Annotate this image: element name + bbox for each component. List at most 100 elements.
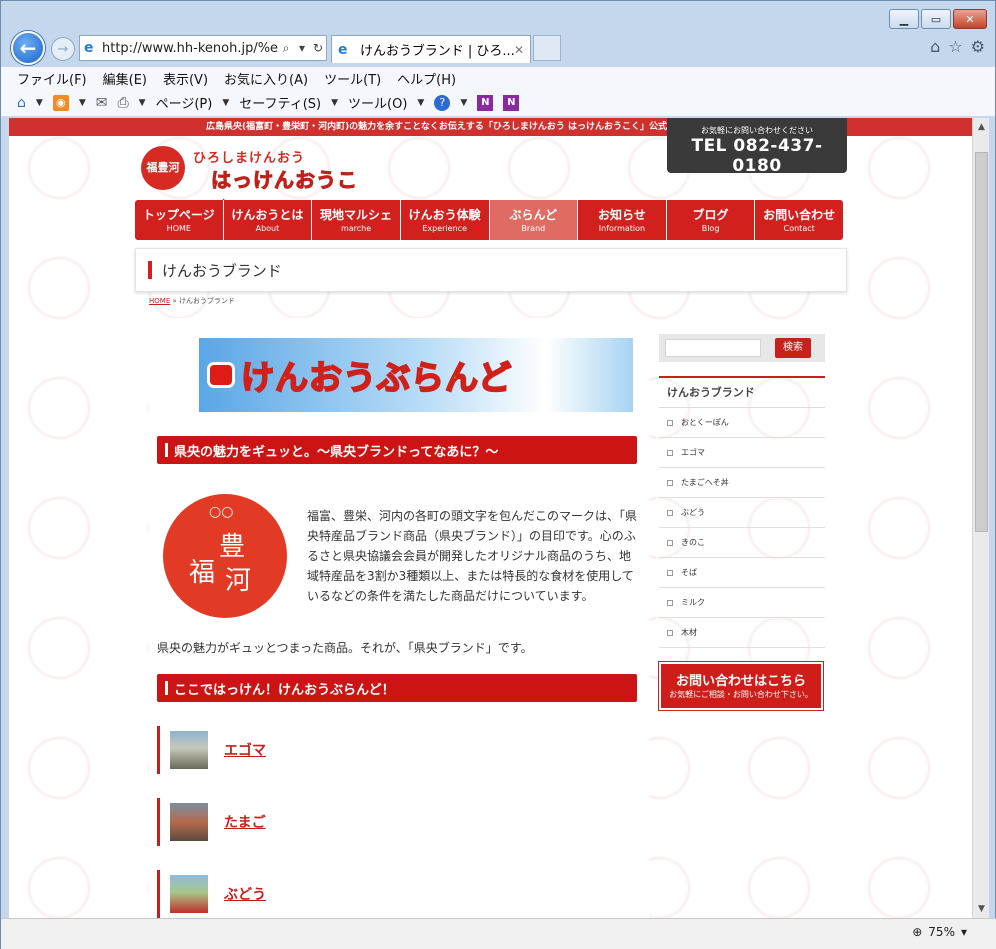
page-title: けんおうブランド — [162, 261, 282, 280]
sidebar-item-label[interactable]: ミルク — [681, 597, 705, 608]
maximize-button[interactable]: ▭ — [921, 9, 951, 29]
close-button[interactable]: ✕ — [953, 9, 987, 29]
nav-information[interactable]: お知らせ Information — [578, 200, 667, 240]
menu-edit[interactable]: 編集(E) — [103, 69, 147, 88]
chevron-down-icon[interactable]: ▼ — [417, 98, 424, 108]
address-url[interactable]: http://www.hh-kenoh.jp/%e — [102, 41, 278, 56]
brand-thumbnail[interactable] — [170, 803, 208, 841]
logo-mark: 福豊河 — [141, 146, 185, 190]
web-page-viewport: 広島県央(福富町・豊栄町・河内町)の魅力を余すことなくお伝えする「ひろしまけんお… — [9, 118, 972, 918]
mark-kanji-3: 河 — [225, 566, 252, 596]
browser-tab[interactable]: e けんおうブランド | ひろ... ✕ — [331, 35, 531, 63]
sidebar-item-label[interactable]: エゴマ — [681, 447, 705, 458]
nav-marche[interactable]: 現地マルシェ marche — [312, 200, 401, 240]
sidebar-item[interactable]: たまごへそ丼 — [659, 468, 825, 498]
ie-page-icon: e — [84, 40, 94, 56]
chevron-down-icon[interactable]: ▼ — [139, 98, 146, 108]
brand-item-tamago[interactable]: たまご — [157, 798, 637, 846]
print-icon[interactable]: ⎙ — [117, 95, 128, 111]
settings-gear-icon[interactable]: ⚙ — [971, 37, 985, 56]
sidebar-item-label[interactable]: 木材 — [681, 627, 697, 638]
forward-button[interactable]: → — [51, 37, 75, 61]
search-button[interactable]: 検索 — [775, 338, 811, 358]
sidebar-item[interactable]: エゴマ — [659, 438, 825, 468]
section-heading-text: 県央の魅力をギュッと。〜県央ブランドってなあに？〜 — [174, 444, 499, 460]
nav-contact[interactable]: お問い合わせ Contact — [755, 200, 843, 240]
minimize-button[interactable]: ▁ — [889, 9, 919, 29]
section-marker — [165, 443, 168, 457]
refresh-icon[interactable]: ↻ — [310, 41, 326, 55]
help-icon[interactable]: ? — [434, 94, 451, 111]
zoom-control[interactable]: ⊕ 75% ▾ — [912, 925, 967, 939]
mail-icon[interactable]: ✉ — [96, 95, 108, 111]
brand-link[interactable]: たまご — [224, 812, 266, 832]
sidebar-item-label[interactable]: たまごへそ丼 — [681, 477, 729, 488]
dropdown-icon[interactable]: ▾ — [294, 41, 310, 55]
chevron-down-icon[interactable]: ▼ — [222, 98, 229, 108]
home-icon[interactable]: ⌂ — [17, 95, 26, 111]
sidebar-item[interactable]: そば — [659, 558, 825, 588]
menu-favorites[interactable]: お気に入り(A) — [224, 69, 308, 88]
sidebar-item-label[interactable]: きのこ — [681, 537, 705, 548]
site-logo[interactable]: 福豊河 ひろしまけんおう はっけんおうこく — [141, 146, 371, 222]
list-bullet-icon — [667, 479, 673, 486]
nav-experience[interactable]: けんおう体験 Experience — [401, 200, 490, 240]
menu-file[interactable]: ファイル(F) — [17, 69, 87, 88]
chevron-down-icon[interactable]: ▼ — [36, 98, 43, 108]
nav-sublabel: Information — [598, 224, 646, 233]
new-tab-button[interactable] — [533, 35, 561, 61]
onenote-send-icon[interactable]: N — [503, 94, 520, 111]
favorites-star-icon[interactable]: ☆ — [948, 37, 962, 56]
nav-home[interactable]: トップページ HOME — [135, 200, 224, 240]
tools-menu[interactable]: ツール(O) — [348, 93, 407, 112]
sidebar-item-label[interactable]: おとくーぽん — [681, 417, 729, 428]
page-heading: けんおうブランド — [135, 248, 847, 292]
vertical-scrollbar[interactable]: ▲ ▼ — [972, 118, 989, 918]
sidebar-item[interactable]: ミルク — [659, 588, 825, 618]
chevron-down-icon[interactable]: ▾ — [961, 925, 967, 939]
chevron-down-icon[interactable]: ▼ — [79, 98, 86, 108]
scrollbar-thumb[interactable] — [975, 152, 988, 532]
scroll-down-icon[interactable]: ▼ — [973, 904, 990, 914]
list-bullet-icon — [667, 599, 673, 606]
nav-label: けんおう体験 — [408, 208, 481, 222]
nav-about[interactable]: けんおうとは About — [224, 200, 313, 240]
brand-link[interactable]: エゴマ — [224, 740, 266, 760]
home-icon[interactable]: ⌂ — [930, 37, 940, 56]
nav-label: けんおうとは — [231, 208, 304, 222]
brand-thumbnail[interactable] — [170, 875, 208, 913]
menu-tools[interactable]: ツール(T) — [324, 69, 381, 88]
address-bar[interactable]: e http://www.hh-kenoh.jp/%e ⌕ ▾ ↻ — [79, 35, 327, 61]
menu-help[interactable]: ヘルプ(H) — [397, 69, 456, 88]
list-bullet-icon — [667, 629, 673, 636]
search-input[interactable] — [665, 339, 761, 357]
back-button[interactable]: ← — [11, 31, 45, 65]
banner-text: けんおうぶらんど — [240, 357, 513, 398]
brand-link[interactable]: ぶどう — [224, 884, 266, 904]
sidebar-item-label[interactable]: ぶどう — [681, 507, 705, 518]
onenote-icon[interactable]: N — [477, 94, 494, 111]
rss-icon[interactable]: ◉ — [52, 94, 69, 111]
contact-banner[interactable]: お問い合わせはこちら お気軽にご相談・お問い合わせ下さい。 — [659, 662, 823, 710]
page-menu[interactable]: ページ(P) — [156, 93, 213, 112]
menu-view[interactable]: 表示(V) — [163, 69, 208, 88]
browser-right-icons: ⌂ ☆ ⚙ — [930, 37, 985, 56]
search-icon[interactable]: ⌕ — [278, 41, 294, 56]
tab-close-icon[interactable]: ✕ — [514, 43, 524, 57]
sidebar-item[interactable]: おとくーぽん — [659, 408, 825, 438]
scroll-up-icon[interactable]: ▲ — [973, 122, 990, 132]
brand-item-egoma[interactable]: エゴマ — [157, 726, 637, 774]
nav-blog[interactable]: ブログ Blog — [667, 200, 756, 240]
sidebar-item-label[interactable]: そば — [681, 567, 697, 578]
brand-thumbnail[interactable] — [170, 731, 208, 769]
sidebar-item[interactable]: ぶどう — [659, 498, 825, 528]
breadcrumb-home-link[interactable]: HOME — [149, 297, 170, 305]
safety-menu[interactable]: セーフティ(S) — [239, 93, 321, 112]
brand-item-budou[interactable]: ぶどう — [157, 870, 637, 918]
sidebar-item[interactable]: きのこ — [659, 528, 825, 558]
chevron-down-icon[interactable]: ▼ — [460, 98, 467, 108]
chevron-down-icon[interactable]: ▼ — [331, 98, 338, 108]
contact-banner-title: お問い合わせはこちら — [675, 674, 806, 689]
sidebar-item[interactable]: 木材 — [659, 618, 825, 648]
nav-brand[interactable]: ぶらんど Brand — [489, 200, 579, 240]
